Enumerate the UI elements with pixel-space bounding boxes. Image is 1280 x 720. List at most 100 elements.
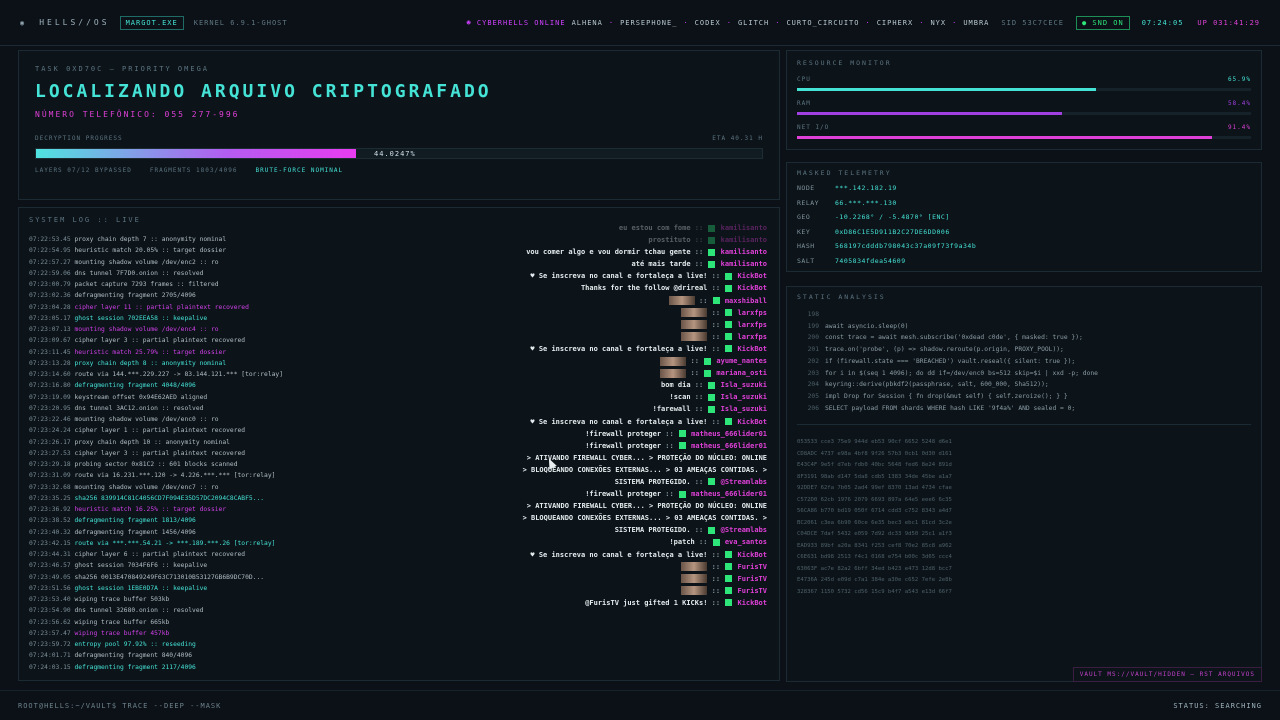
system-log-panel[interactable]: SYSTEM LOG :: LIVE 07:22:53.45 proxy cha… bbox=[18, 207, 780, 681]
chat-username[interactable]: matheus_666lider01 bbox=[691, 490, 767, 498]
chat-separator: :: bbox=[707, 598, 725, 607]
footer-bar: ROOT@HELLS:~/VAULT$ TRACE --DEEP --MASK … bbox=[0, 690, 1280, 720]
online-user[interactable]: CODEX bbox=[695, 19, 721, 27]
log-message: dns tunnel 3AC12.onion :: resolved bbox=[74, 404, 204, 412]
online-user[interactable]: CURTO_CIRCUITO bbox=[786, 19, 859, 27]
telemetry-row: RELAY 66.***.***.130 bbox=[797, 196, 1251, 211]
chat-message: ♥ Se inscreva no canal e fortaleça a liv… bbox=[307, 549, 767, 561]
log-timestamp: 07:23:24.24 bbox=[29, 427, 71, 435]
chat-username[interactable]: matheus_666lider01 bbox=[691, 430, 767, 438]
log-line: 07:23:59.72 entropy pool 97.92% :: resee… bbox=[29, 639, 329, 650]
code-text: trace.on('probe', (p) => shadow.reroute(… bbox=[825, 346, 1064, 354]
vault-path-badge[interactable]: VAULT MS://VAULT/HIDDEN — RST ARQUIVOS bbox=[1072, 667, 1262, 682]
menu-icon[interactable]: ◉ bbox=[20, 19, 25, 27]
log-message: proxy chain depth 10 :: anonymity nomina… bbox=[74, 438, 230, 446]
top-bar: ◉ HELLS//OS MARGOT.EXE KERNEL 6.9.1-GHOS… bbox=[0, 0, 1280, 46]
chat-separator: :: bbox=[707, 320, 725, 329]
resource-fill bbox=[797, 88, 1097, 91]
resource-fill bbox=[797, 136, 1212, 139]
chat-username[interactable]: eva_santos bbox=[725, 538, 767, 546]
chat-username[interactable]: kamilisanto bbox=[721, 260, 767, 268]
chat-username[interactable]: KickBot bbox=[737, 345, 767, 353]
chat-separator: :: bbox=[707, 417, 725, 426]
chat-username[interactable]: @Streamlabs bbox=[721, 478, 767, 486]
resource-row: CPU 65.9% bbox=[797, 76, 1251, 83]
chat-username[interactable]: KickBot bbox=[737, 599, 767, 607]
chat-username[interactable]: @Streamlabs bbox=[721, 526, 767, 534]
telemetry-row: GEO -10.2268° / -5.4870° [ENC] bbox=[797, 210, 1251, 225]
chat-username[interactable]: matheus_666lider01 bbox=[691, 442, 767, 450]
log-message: heuristic match 16.25% :: target dossier bbox=[74, 506, 227, 513]
chat-username[interactable]: FurisTV bbox=[737, 563, 767, 571]
badge-icon bbox=[708, 478, 716, 486]
online-user[interactable]: PERSEPHONE_ bbox=[620, 19, 677, 27]
chat-username[interactable]: FurisTV bbox=[737, 575, 767, 583]
chat-username[interactable]: kamilisanto bbox=[721, 236, 767, 244]
log-line: 07:22:54.95 heuristic match 20.05% :: ta… bbox=[29, 245, 329, 256]
emote-image bbox=[660, 356, 687, 366]
code-line: 202 if (firewall.state === 'BREACHED') va… bbox=[797, 356, 1251, 368]
badge-icon bbox=[725, 284, 733, 292]
chat-separator: :: bbox=[707, 332, 725, 341]
chat-separator: :: bbox=[690, 393, 708, 402]
chat-username[interactable]: FurisTV bbox=[737, 587, 767, 595]
chat-username[interactable]: KickBot bbox=[737, 551, 767, 559]
hex-row: E4736A 245d e09d c7a1 384e a30e c652 7ef… bbox=[797, 577, 952, 584]
chat-username[interactable]: larxfps bbox=[737, 321, 767, 329]
chat-message: ♥ Se inscreva no canal e fortaleça a liv… bbox=[307, 270, 767, 282]
chat-username[interactable]: Isla_suzuki bbox=[721, 393, 767, 401]
chat-text: !scan bbox=[669, 393, 691, 402]
chat-username[interactable]: larxfps bbox=[737, 309, 767, 317]
online-user[interactable]: GLITCH bbox=[738, 19, 769, 27]
chat-overlay: eu estou com fome :: kamilisanto prostitu… bbox=[307, 222, 767, 609]
log-message: heuristic match 20.05% :: target dossier bbox=[74, 247, 227, 255]
chat-username[interactable]: Isla_suzuki bbox=[721, 381, 767, 389]
chat-separator: :: bbox=[694, 296, 712, 305]
terminal-prompt[interactable]: ROOT@HELLS:~/VAULT$ TRACE --DEEP --MASK bbox=[18, 702, 221, 710]
emote-image bbox=[681, 562, 708, 572]
log-line: 07:23:02.36 defragmenting fragment 2705/… bbox=[29, 290, 329, 301]
sound-toggle[interactable]: ● SND ON bbox=[1075, 15, 1130, 30]
online-user[interactable]: NYX bbox=[930, 19, 946, 27]
chat-username[interactable]: mariana_osti bbox=[716, 369, 767, 377]
chat-username[interactable]: kamilisanto bbox=[721, 224, 767, 232]
chat-text: ♥ Se inscreva no canal e fortaleça a liv… bbox=[530, 417, 708, 426]
chat-username[interactable]: maxshiball bbox=[725, 297, 767, 305]
log-message: entropy pool 97.92% :: reseeding bbox=[74, 641, 196, 648]
log-timestamp: 07:23:32.68 bbox=[29, 483, 71, 491]
line-number: 200 bbox=[807, 334, 819, 342]
online-user[interactable]: UMBRA bbox=[963, 19, 989, 27]
chat-username[interactable]: ayume_nantes bbox=[716, 357, 767, 365]
badge-icon bbox=[708, 393, 716, 401]
chat-username[interactable]: KickBot bbox=[737, 272, 767, 280]
hex-row: C04DCE 7daf 5432 e059 7d92 dc33 9d50 25c… bbox=[797, 531, 952, 538]
fragments-stat: FRAGMENTS 1803/4096 bbox=[149, 167, 238, 174]
chat-username[interactable]: Isla_suzuki bbox=[721, 405, 767, 413]
chat-separator: :: bbox=[690, 236, 708, 245]
chat-message: > ATIVANDO FIREWALL CYBER... > PROTEÇÃO … bbox=[307, 500, 767, 512]
telemetry-value: 568197cdddb798043c37a09f73f9a34b bbox=[835, 242, 977, 250]
log-timestamp: 07:23:46.57 bbox=[29, 562, 71, 570]
log-message: mounting shadow volume /dev/enc2 :: ro bbox=[74, 258, 219, 266]
chat-username[interactable]: KickBot bbox=[737, 418, 767, 426]
chat-username[interactable]: KickBot bbox=[737, 284, 767, 292]
status-text: STATUS: SEARCHING bbox=[1173, 701, 1262, 710]
os-logo: HELLS//OS bbox=[39, 18, 110, 27]
online-user[interactable]: ALHENA bbox=[572, 19, 603, 27]
chat-message: :: FurisTV bbox=[307, 561, 767, 573]
chat-message: :: larxfps bbox=[307, 331, 767, 343]
chat-message: > ATIVANDO FIREWALL CYBER... > PROTEÇÃO … bbox=[307, 452, 767, 464]
log-line: 07:23:54.90 dns tunnel 32680.onion :: re… bbox=[29, 605, 329, 616]
resource-row: NET I/O 91.4% bbox=[797, 124, 1251, 131]
line-number: 206 bbox=[807, 404, 819, 412]
code-text: keyring::derive(pbkdf2(passphrase, salt,… bbox=[825, 381, 1049, 389]
hex-row: 328367 1150 5732 cd56 15c9 b4f7 a543 e13… bbox=[797, 588, 952, 595]
telemetry-value: -10.2268° / -5.4870° [ENC] bbox=[835, 213, 950, 221]
chat-username[interactable]: kamilisanto bbox=[721, 248, 767, 256]
code-text: SELECT payload FROM shards WHERE hash LI… bbox=[825, 404, 1076, 412]
chat-message: @FurisTV just gifted 1 KICKs! :: KickBot bbox=[307, 597, 767, 609]
resource-fill bbox=[797, 112, 1063, 115]
chat-username[interactable]: larxfps bbox=[737, 333, 767, 341]
online-user[interactable]: CIPHERX bbox=[877, 19, 914, 27]
badge-icon bbox=[725, 575, 733, 583]
